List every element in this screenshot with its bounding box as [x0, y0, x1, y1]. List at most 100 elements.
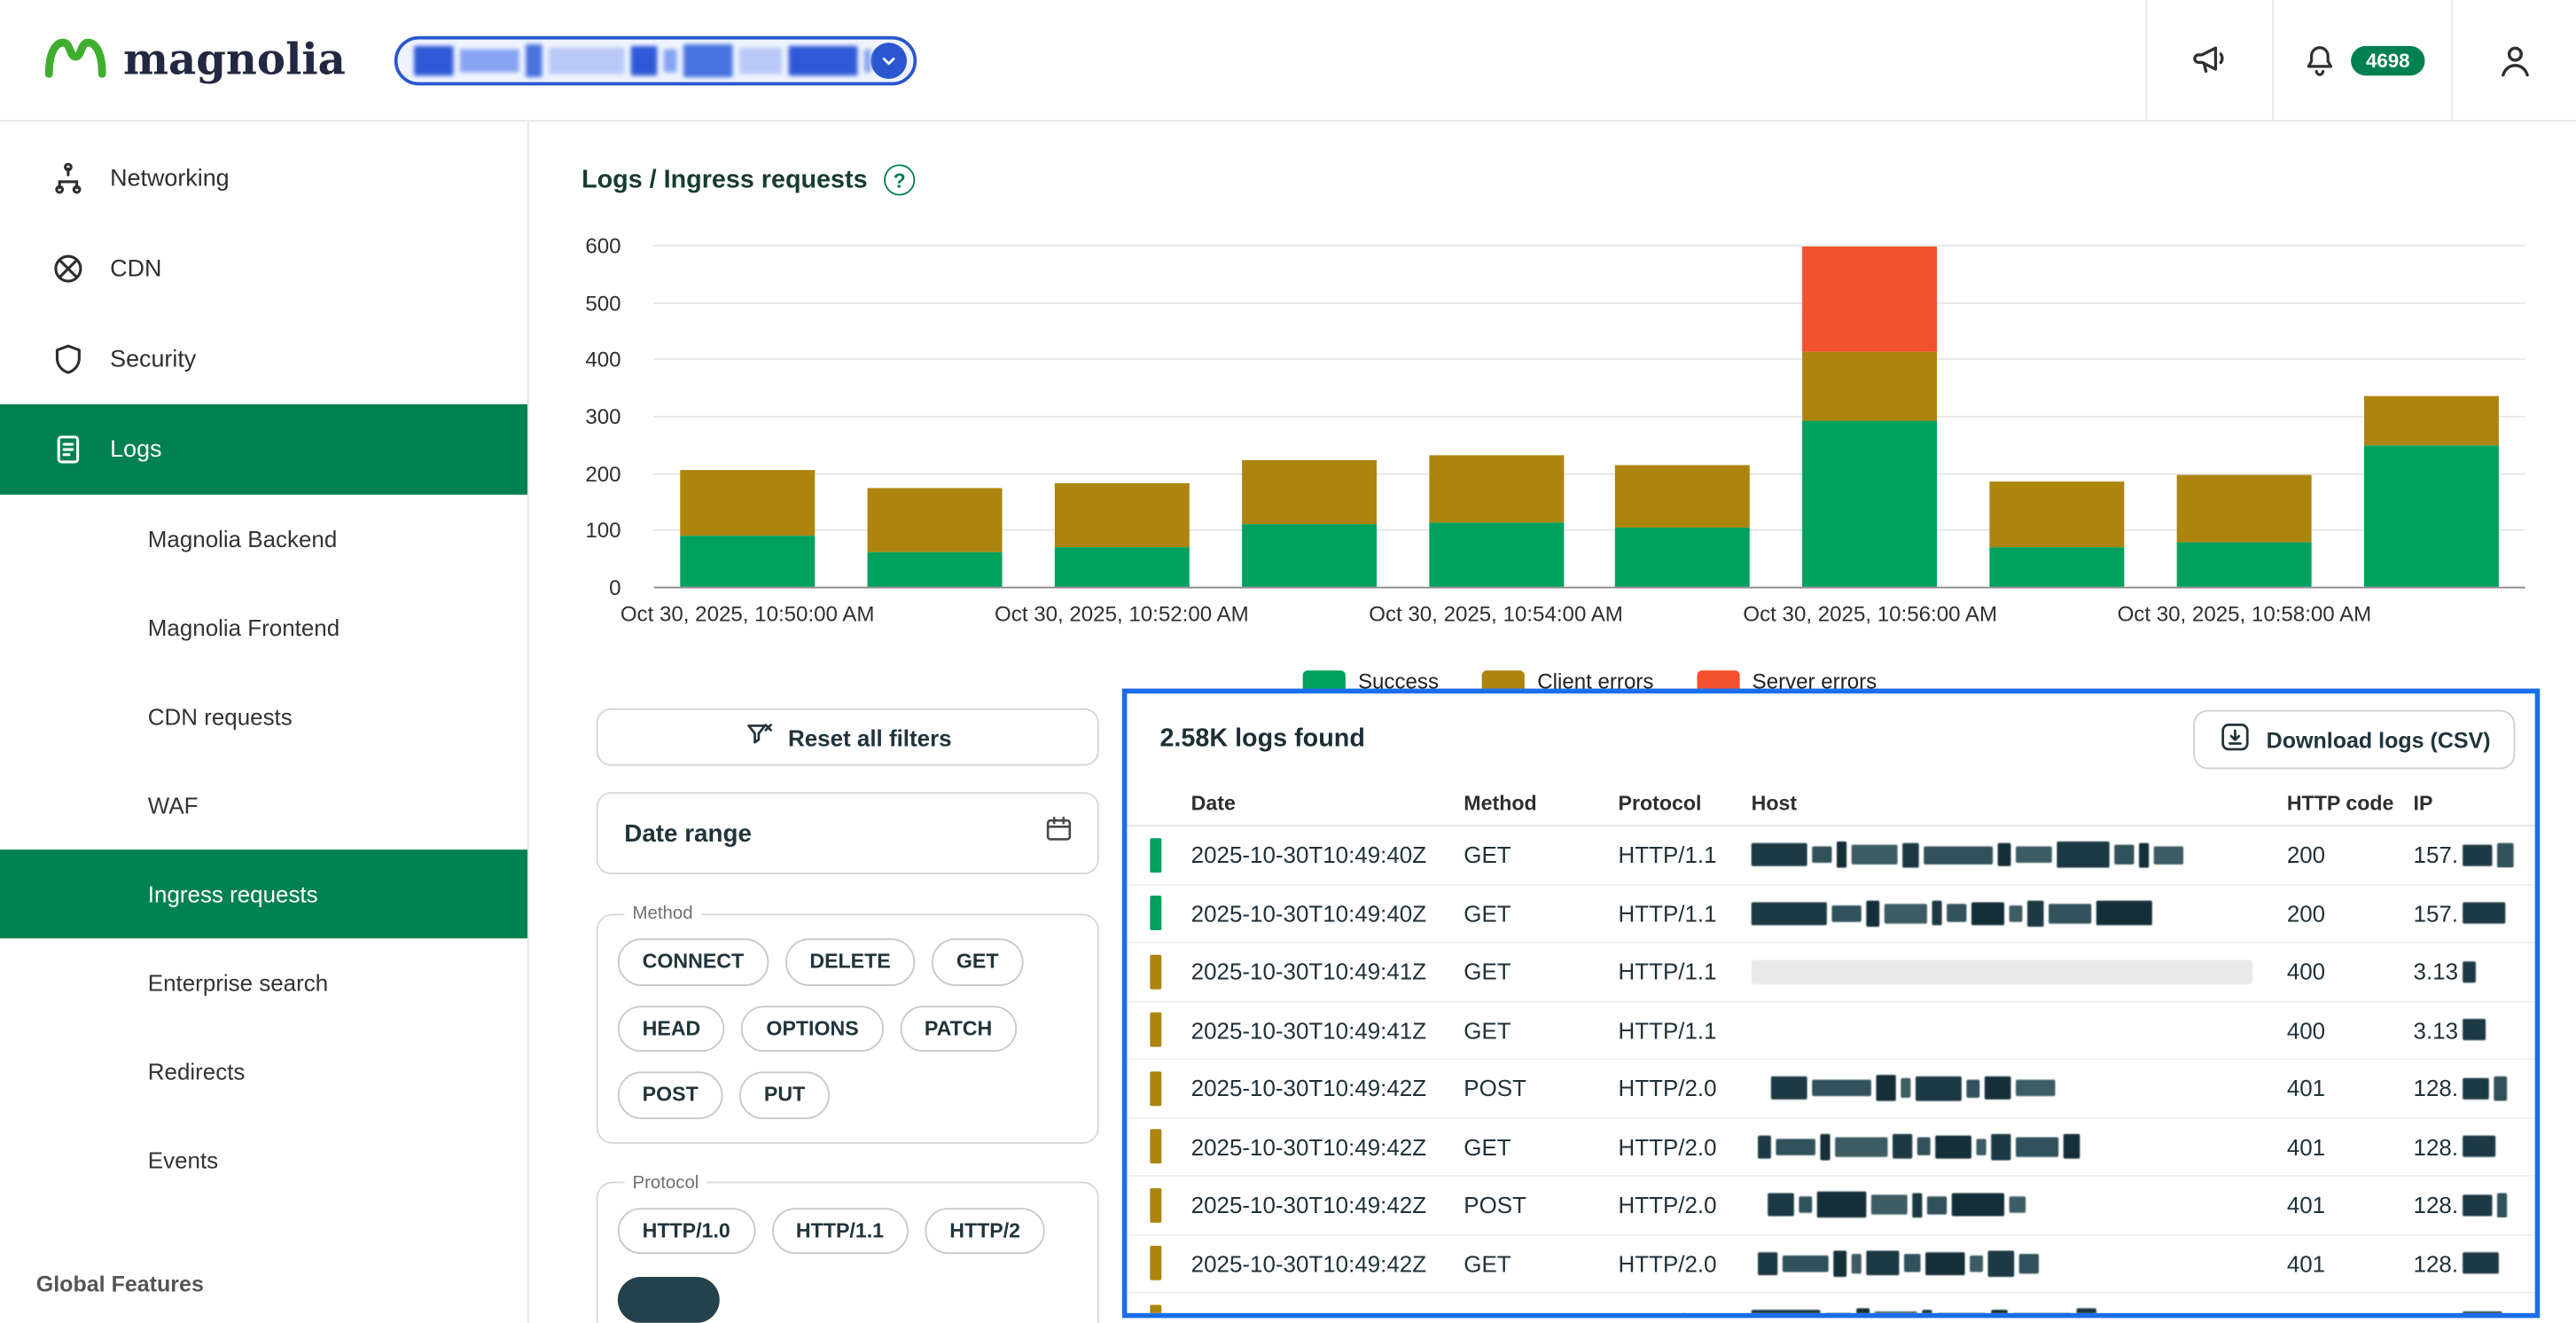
- cell-ip: 128.: [2414, 1133, 2535, 1160]
- log-row[interactable]: 2025-10-30T10:49:42ZPOSTHTTP/1.1401140.: [1127, 1294, 2534, 1319]
- column-header-ip[interactable]: IP: [2414, 792, 2535, 815]
- log-row[interactable]: 2025-10-30T10:49:42ZGETHTTP/2.0401128.: [1127, 1118, 2534, 1177]
- bar-10:59[interactable]: [2364, 395, 2499, 587]
- log-row[interactable]: 2025-10-30T10:49:40ZGETHTTP/1.1200157.: [1127, 885, 2534, 943]
- bar-segment-success: [2177, 543, 2312, 587]
- date-range-filter[interactable]: Date range: [597, 792, 1099, 874]
- redacted-block: [1752, 1311, 1821, 1319]
- column-header-protocol[interactable]: Protocol: [1619, 792, 1752, 815]
- column-header-method[interactable]: Method: [1464, 792, 1618, 815]
- bar-segment-success: [867, 552, 1002, 587]
- method-chip-put[interactable]: PUT: [739, 1071, 830, 1118]
- column-header-date[interactable]: Date: [1191, 792, 1464, 815]
- bar-10:54[interactable]: [1429, 455, 1564, 587]
- chart-gridline: [654, 416, 2525, 418]
- redacted-block: [684, 43, 734, 76]
- app-window: magnolia: [0, 0, 2576, 1323]
- sidebar-subitem-enterprise-search[interactable]: Enterprise search: [0, 938, 527, 1027]
- protocol-chip-http-1-0[interactable]: HTTP/1.0: [618, 1207, 755, 1254]
- method-chip-get[interactable]: GET: [932, 938, 1023, 985]
- help-icon[interactable]: ?: [884, 164, 915, 195]
- method-chip-head[interactable]: HEAD: [618, 1005, 725, 1052]
- notifications-button[interactable]: 4698: [2272, 0, 2451, 120]
- log-row[interactable]: 2025-10-30T10:49:40ZGETHTTP/1.1200157.: [1127, 826, 2534, 885]
- protocol-chip-partial[interactable]: [618, 1277, 720, 1323]
- protocol-chip-http-1-1[interactable]: HTTP/1.1: [771, 1207, 909, 1254]
- announcements-button[interactable]: [2145, 0, 2272, 120]
- sidebar-subitem-events[interactable]: Events: [0, 1116, 527, 1204]
- sidebar-subitem-magnolia-backend[interactable]: Magnolia Backend: [0, 495, 527, 583]
- bar-10:52[interactable]: [1054, 483, 1189, 587]
- bar-10:58[interactable]: [2177, 475, 2312, 587]
- cell-http-code: 401: [2287, 1076, 2414, 1102]
- redacted-block: [1835, 1137, 1887, 1156]
- sidebar-subitem-magnolia-frontend[interactable]: Magnolia Frontend: [0, 583, 527, 672]
- project-selector[interactable]: [395, 35, 917, 85]
- log-row[interactable]: 2025-10-30T10:49:42ZPOSTHTTP/2.0401128.: [1127, 1060, 2534, 1118]
- log-row[interactable]: 2025-10-30T10:49:42ZPOSTHTTP/2.0401128.: [1127, 1177, 2534, 1235]
- column-header-host[interactable]: Host: [1752, 792, 2287, 815]
- protocol-chip-http-2[interactable]: HTTP/2: [925, 1207, 1044, 1254]
- reset-filters-button[interactable]: Reset all filters: [597, 708, 1099, 766]
- redacted-block: [1902, 842, 1919, 867]
- ip-text: 3.13: [2414, 959, 2459, 985]
- bar-segment-success: [680, 536, 815, 587]
- redacted-block: [2463, 1136, 2496, 1157]
- method-chip-options[interactable]: OPTIONS: [742, 1005, 884, 1052]
- redacted-block: [1966, 1079, 1979, 1097]
- download-logs-button[interactable]: Download logs (CSV): [2192, 710, 2515, 770]
- redacted-block: [1893, 1134, 1912, 1159]
- redacted-block: [1866, 900, 1879, 927]
- sidebar: NetworkingCDNSecurityLogs Magnolia Backe…: [0, 120, 529, 1323]
- sidebar-item-security[interactable]: Security: [0, 314, 527, 404]
- cell-http-code: 400: [2287, 1017, 2414, 1044]
- cell-protocol: HTTP/1.1: [1619, 959, 1752, 985]
- bar-10:50[interactable]: [680, 470, 815, 587]
- bar-segment-success: [2364, 445, 2499, 586]
- redacted-block: [1833, 1250, 1846, 1277]
- protocol-filter-group: Protocol HTTP/1.0HTTP/1.1HTTP/2: [597, 1172, 1099, 1323]
- bar-10:53[interactable]: [1241, 460, 1376, 587]
- cell-protocol: HTTP/1.1: [1619, 1017, 1752, 1044]
- sidebar-subitem-ingress-requests[interactable]: Ingress requests: [0, 849, 527, 938]
- bar-segment-client-errors: [1803, 352, 1938, 421]
- ip-text: 128.: [2414, 1076, 2459, 1102]
- method-chip-delete[interactable]: DELETE: [785, 938, 916, 985]
- bar-10:51[interactable]: [867, 489, 1002, 586]
- ip-redaction: [2463, 1253, 2500, 1274]
- sidebar-subitem-cdn-requests[interactable]: CDN requests: [0, 672, 527, 761]
- status-indicator: [1150, 954, 1161, 989]
- column-header-http-code[interactable]: HTTP code: [2287, 792, 2414, 815]
- chart-x-axis: Oct 30, 2025, 10:50:00 AMOct 30, 2025, 1…: [654, 601, 2525, 634]
- sidebar-subitem-redirects[interactable]: Redirects: [0, 1027, 527, 1116]
- method-chip-post[interactable]: POST: [618, 1071, 723, 1118]
- bar-10:56[interactable]: [1803, 247, 1938, 587]
- bar-segment-success: [1616, 528, 1751, 587]
- cell-method: POST: [1464, 1192, 1618, 1218]
- redacted-block: [1852, 845, 1898, 865]
- bar-segment-client-errors: [1241, 460, 1376, 524]
- sidebar-subitem-waf[interactable]: WAF: [0, 761, 527, 849]
- bar-10:57[interactable]: [1990, 481, 2125, 587]
- log-row[interactable]: 2025-10-30T10:49:42ZGETHTTP/2.0401128.: [1127, 1235, 2534, 1294]
- chart-gridline: [654, 359, 2525, 361]
- user-menu-button[interactable]: [2451, 0, 2576, 120]
- bar-10:55[interactable]: [1616, 465, 1751, 586]
- redacted-block: [1776, 1139, 1815, 1155]
- redacted-block: [1771, 1076, 1807, 1100]
- redacted-block: [2139, 842, 2149, 867]
- redacted-block: [1927, 1196, 1947, 1214]
- sidebar-item-logs[interactable]: Logs: [0, 404, 527, 495]
- method-chip-connect[interactable]: CONNECT: [618, 938, 769, 985]
- sidebar-item-cdn[interactable]: CDN: [0, 223, 527, 314]
- redacted-block: [1985, 1076, 2011, 1100]
- method-chip-patch[interactable]: PATCH: [900, 1005, 1017, 1052]
- bar-segment-success: [1429, 523, 1564, 587]
- brand-logo[interactable]: magnolia: [43, 34, 346, 86]
- bar-segment-client-errors: [680, 470, 815, 536]
- ip-text: 128.: [2414, 1133, 2459, 1160]
- log-row[interactable]: 2025-10-30T10:49:41ZGETHTTP/1.14003.13: [1127, 943, 2534, 1002]
- log-row[interactable]: 2025-10-30T10:49:41ZGETHTTP/1.14003.13: [1127, 1002, 2534, 1061]
- redacted-block: [2463, 903, 2506, 924]
- sidebar-item-networking[interactable]: Networking: [0, 133, 527, 223]
